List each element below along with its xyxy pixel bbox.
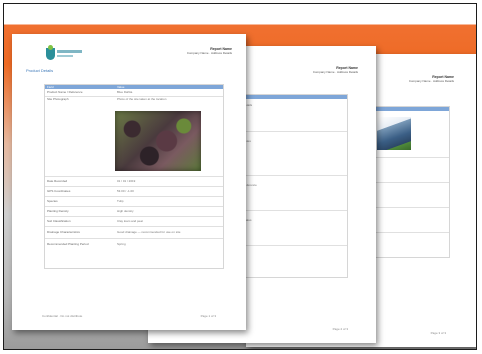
row-value: Blue Dahlia xyxy=(117,90,133,94)
page-header: Report Name Company Name · Address Detai… xyxy=(313,66,358,74)
table-row xyxy=(373,182,449,183)
row-value: Clay loam and peat xyxy=(117,219,143,223)
row-value: Tulip xyxy=(117,199,124,203)
table-row xyxy=(241,131,347,132)
row-label: Species xyxy=(47,199,58,203)
page-footer-number: Page 2 of 3 xyxy=(332,327,348,331)
row-value: Good drainage — recommended for use on s… xyxy=(117,230,181,234)
row-value: Photo of the site taken at the location xyxy=(117,97,167,101)
table-row xyxy=(373,207,449,208)
row-label: Product Name / Reference xyxy=(47,90,83,94)
table-row xyxy=(373,232,449,233)
row-label: Soil Classification xyxy=(47,219,71,223)
details-table: Details Notes Reference Status xyxy=(240,94,348,278)
row-label: Date Recorded xyxy=(47,179,68,183)
product-details-table: Field Value Product Name / Reference Blu… xyxy=(44,84,224,269)
row-value: 53.00 / -1.00 xyxy=(117,189,134,193)
table-row xyxy=(373,157,449,158)
site-photograph xyxy=(115,111,201,171)
row-value: 01 / 01 / 2019 xyxy=(117,179,136,183)
logo-icon xyxy=(46,45,55,60)
row-label: Planting Density xyxy=(47,209,69,213)
company-logo xyxy=(46,45,82,64)
page-footer-left: Confidential · Do not distribute xyxy=(42,314,83,318)
header-subtitle: Company Name · Address Details xyxy=(408,79,454,83)
details-table xyxy=(372,106,450,258)
page-header: Report Name Company Name · Address Detai… xyxy=(187,47,232,55)
table-row xyxy=(241,175,347,176)
table-row: Recommended Planting Period Spring xyxy=(45,238,223,252)
header-subtitle: Company Name · Address Details xyxy=(312,70,358,74)
row-label: Drainage Characteristics xyxy=(47,230,80,234)
document-page-1[interactable]: Report Name Company Name · Address Detai… xyxy=(12,34,246,330)
page-footer-number: Page 3 of 3 xyxy=(430,331,446,335)
page-footer-number: Page 1 of 3 xyxy=(200,314,216,318)
header-subtitle: Company Name · Address Details xyxy=(186,51,232,55)
row-value: Spring xyxy=(117,242,126,246)
table-header-bar xyxy=(241,95,347,99)
document-preview-frame: Report Name Company Name · Address Detai… xyxy=(3,3,477,350)
logo-tagline xyxy=(57,55,73,57)
row-label: GPS Coordinates xyxy=(47,189,71,193)
table-row xyxy=(241,210,347,211)
table-header-bar xyxy=(373,107,449,111)
row-label: Recommended Planting Period xyxy=(47,242,89,246)
row-label: Site Photograph xyxy=(47,97,69,101)
table-row xyxy=(241,245,347,246)
section-title: Product Details xyxy=(26,68,54,73)
logo-wordmark xyxy=(57,50,82,53)
building-photo xyxy=(377,117,411,150)
row-value: High density xyxy=(117,209,134,213)
page-header: Report Name Company Name · Address Detai… xyxy=(409,75,454,83)
